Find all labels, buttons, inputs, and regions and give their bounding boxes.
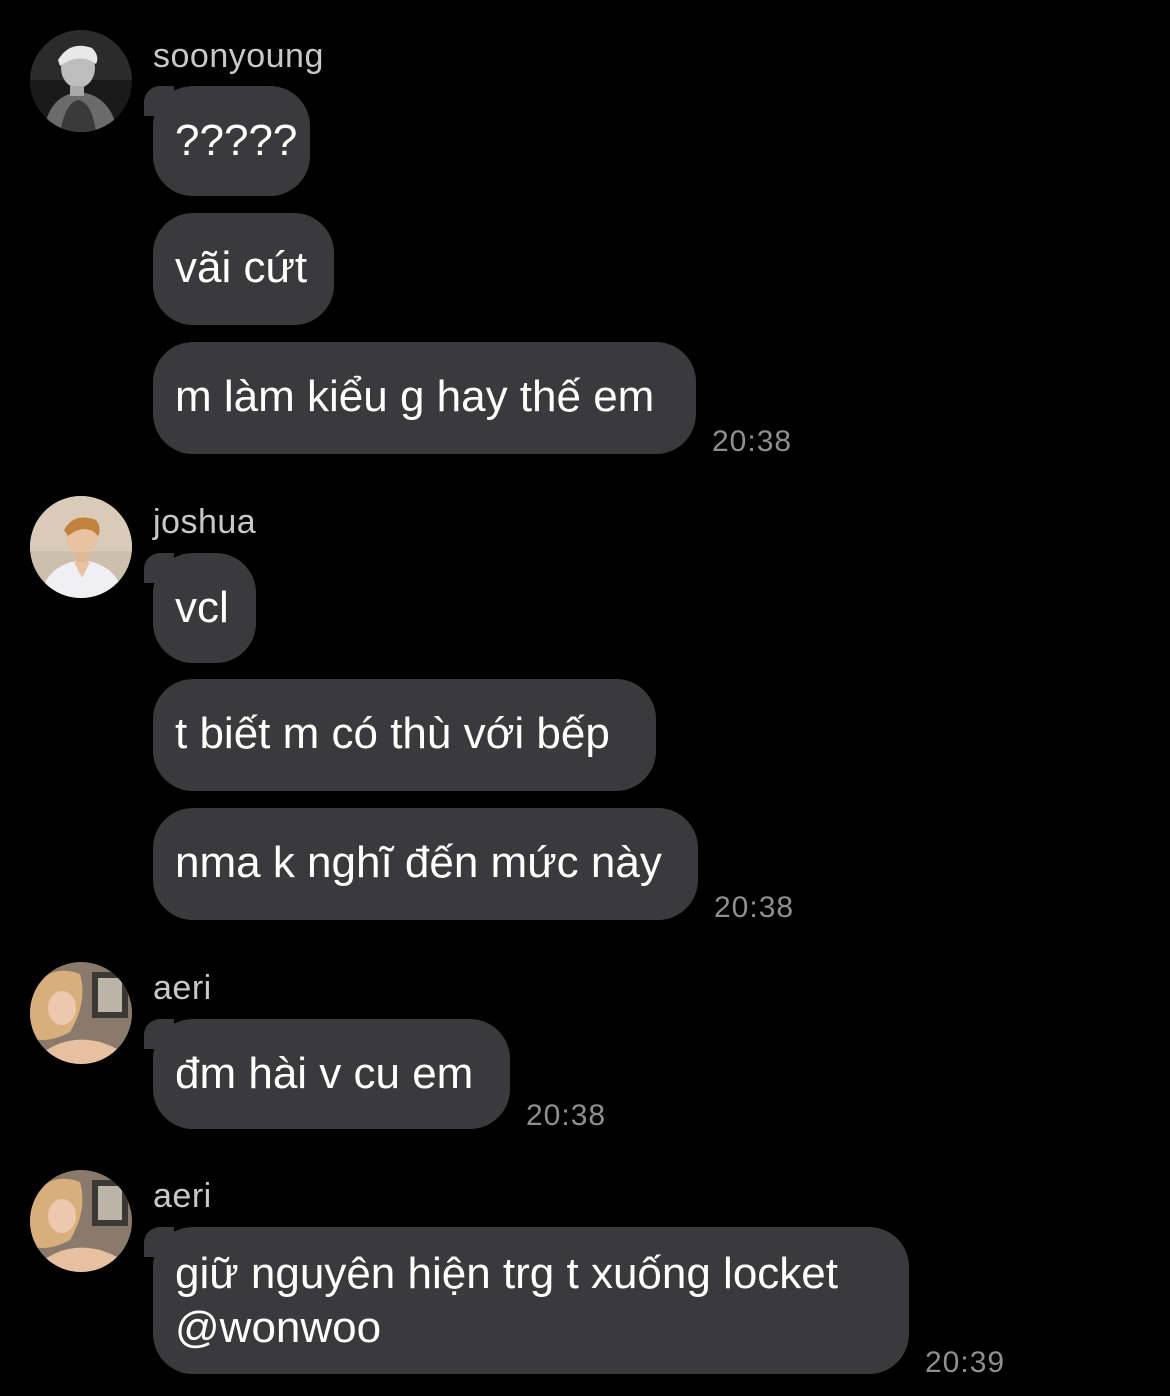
chat-thread[interactable]: soonyoung ????? vãi cứt m làm kiểu g hay… xyxy=(0,0,1170,1396)
avatar-soonyoung-photo-icon xyxy=(30,30,132,132)
avatar-soonyoung[interactable] xyxy=(30,30,132,132)
sender-name: joshua xyxy=(153,503,257,541)
bubble-tail xyxy=(144,553,174,583)
message-bubble[interactable]: vcl xyxy=(144,553,256,663)
message-bubble[interactable]: giữ nguyên hiện trg t xuống locket @wonw… xyxy=(144,1227,909,1374)
sender-name: soonyoung xyxy=(153,37,324,75)
sender-name: aeri xyxy=(153,969,212,1007)
message-timestamp: 20:38 xyxy=(714,891,795,924)
message-bubble[interactable]: vãi cứt xyxy=(153,213,334,325)
bubble-tail xyxy=(144,86,174,116)
avatar-aeri[interactable] xyxy=(30,962,132,1064)
message-bubble[interactable]: nma k nghĩ đến mức này xyxy=(153,808,698,920)
avatar-aeri-photo-icon xyxy=(30,1170,132,1272)
avatar-aeri-photo-icon xyxy=(30,962,132,1064)
avatar-joshua-photo-icon xyxy=(30,496,132,598)
message-bubble[interactable]: t biết m có thù với bếp xyxy=(153,679,656,791)
bubble-tail xyxy=(144,1019,174,1049)
message-text: m làm kiểu g hay thế em xyxy=(175,372,655,421)
sender-name: aeri xyxy=(153,1177,212,1215)
message-text: vcl xyxy=(175,583,229,632)
bubble-tail xyxy=(144,1227,174,1257)
message-text: đm hài v cu em xyxy=(175,1049,474,1098)
message-bubble[interactable]: đm hài v cu em xyxy=(144,1019,510,1129)
message-text: nma k nghĩ đến mức này xyxy=(175,838,662,887)
message-text-line: @wonwoo xyxy=(175,1303,382,1352)
message-text: t biết m có thù với bếp xyxy=(175,709,610,758)
avatar-aeri[interactable] xyxy=(30,1170,132,1272)
avatar-joshua[interactable] xyxy=(30,496,132,598)
message-text: vãi cứt xyxy=(175,243,308,292)
message-timestamp: 20:39 xyxy=(925,1346,1006,1379)
message-bubble[interactable]: m làm kiểu g hay thế em xyxy=(153,342,696,454)
message-timestamp: 20:38 xyxy=(526,1099,607,1132)
message-bubble[interactable]: ????? xyxy=(144,86,310,196)
message-text: ????? xyxy=(175,116,298,165)
message-text-line: giữ nguyên hiện trg t xuống locket xyxy=(175,1249,838,1298)
message-timestamp: 20:38 xyxy=(712,425,793,458)
